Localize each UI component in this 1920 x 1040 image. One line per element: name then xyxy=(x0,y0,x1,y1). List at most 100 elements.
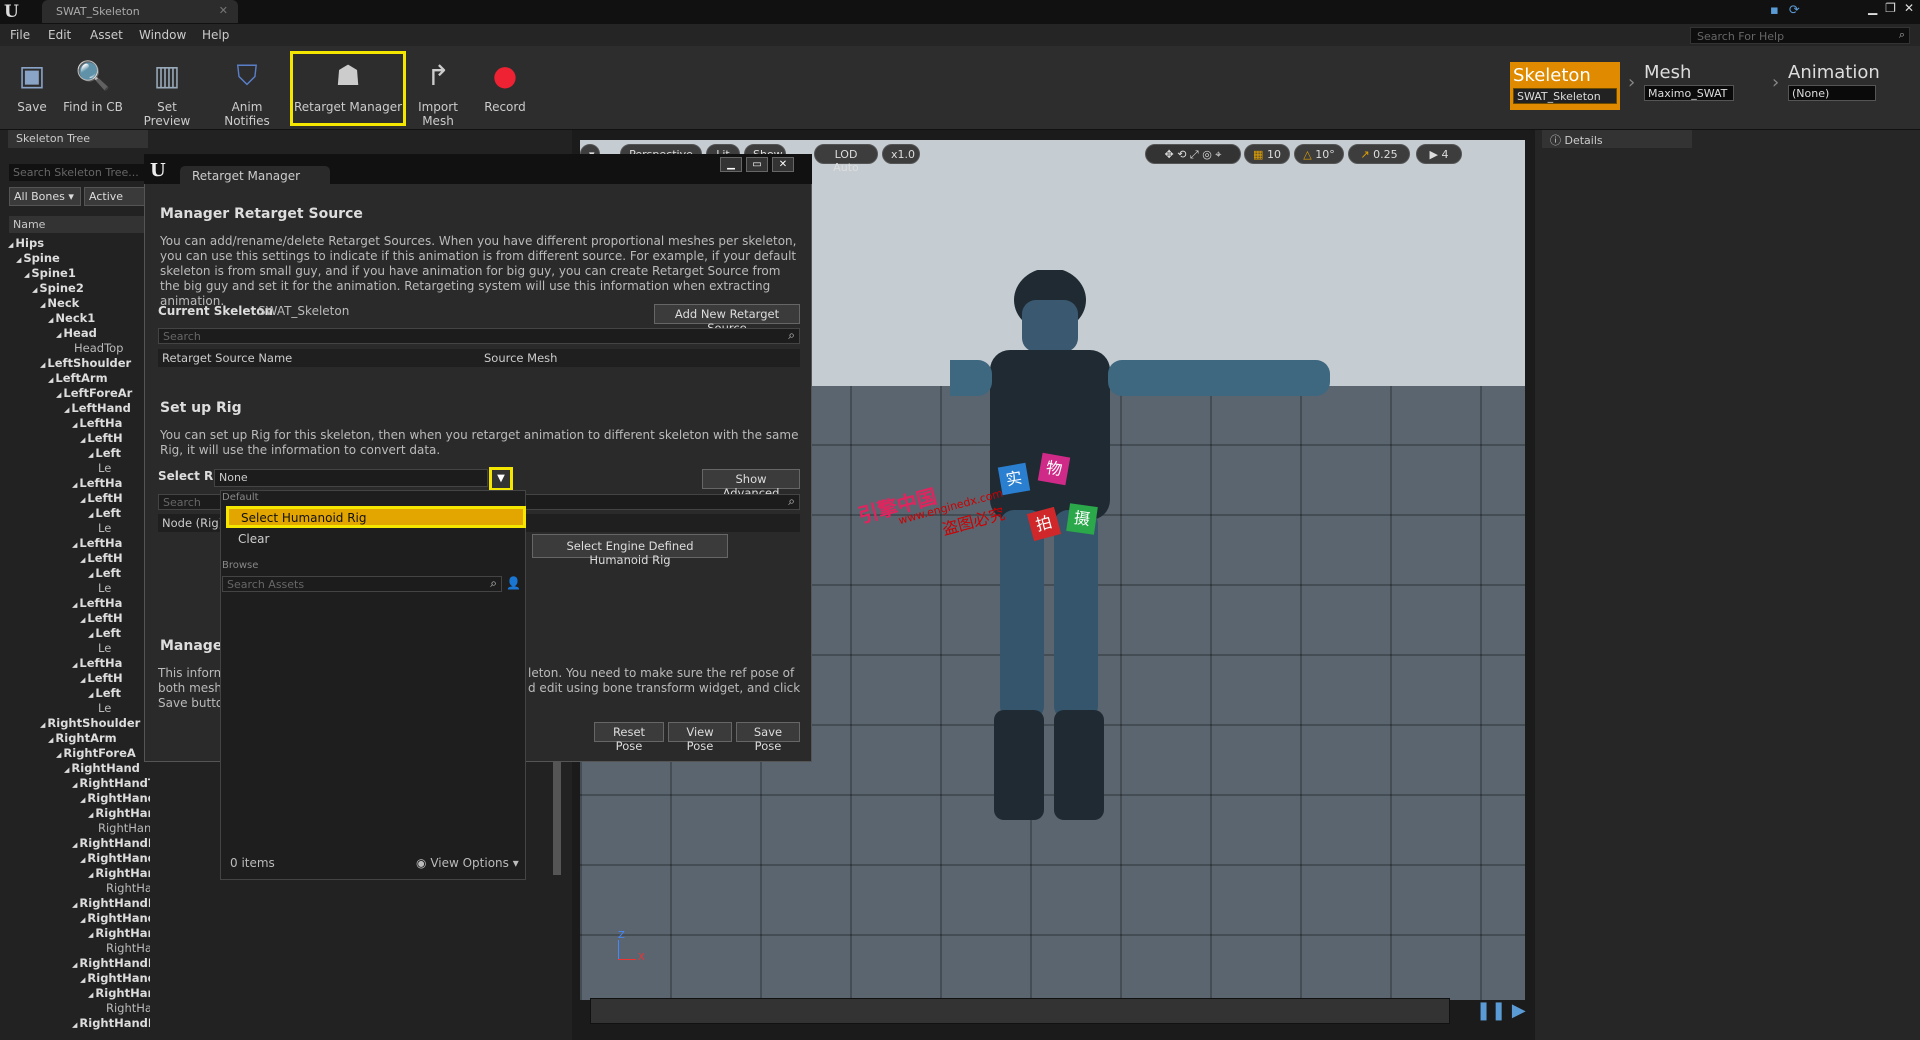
expand-arrow-icon[interactable]: ◢ xyxy=(40,721,45,729)
tree-scrollbar[interactable] xyxy=(553,760,561,875)
expand-arrow-icon[interactable]: ◢ xyxy=(80,856,85,864)
expand-arrow-icon[interactable]: ◢ xyxy=(64,766,69,774)
expand-arrow-icon[interactable]: ◢ xyxy=(80,796,85,804)
expand-arrow-icon[interactable]: ◢ xyxy=(88,511,93,519)
expand-arrow-icon[interactable]: ◢ xyxy=(72,901,77,909)
expand-arrow-icon[interactable]: ◢ xyxy=(80,676,85,684)
menu-window[interactable]: Window xyxy=(139,28,186,42)
retarget-source-search[interactable]: Search ⌕ xyxy=(158,328,800,344)
bone-row[interactable]: ◢ Spine2 xyxy=(8,281,150,296)
crumb-animation[interactable]: Animation (None) xyxy=(1788,62,1908,110)
bone-row[interactable]: RightHandThum xyxy=(8,821,150,836)
bone-row[interactable]: ◢ Spine xyxy=(8,251,150,266)
bone-row[interactable]: ◢ Left xyxy=(8,626,150,641)
bone-row[interactable]: Le xyxy=(8,461,150,476)
bone-row[interactable]: HeadTop xyxy=(8,341,150,356)
expand-arrow-icon[interactable]: ◢ xyxy=(72,601,77,609)
expand-arrow-icon[interactable]: ◢ xyxy=(80,616,85,624)
bone-row[interactable]: ◢ LeftHand xyxy=(8,401,150,416)
expand-arrow-icon[interactable]: ◢ xyxy=(72,841,77,849)
view-pose-button[interactable]: View Pose xyxy=(668,722,732,753)
expand-arrow-icon[interactable]: ◢ xyxy=(56,331,61,339)
bone-row[interactable]: ◢RightHandRing1 xyxy=(8,956,150,971)
bone-row[interactable]: ◢ Left xyxy=(8,686,150,701)
bone-row[interactable]: ◢ RightForeA xyxy=(8,746,150,761)
bone-row[interactable]: ◢ LeftHa xyxy=(8,596,150,611)
bone-row[interactable]: ◢ Left xyxy=(8,446,150,461)
retarget-manager-tab[interactable]: Retarget Manager xyxy=(180,166,330,188)
bone-row[interactable]: Le xyxy=(8,701,150,716)
user-icon[interactable]: 👤 xyxy=(506,576,521,590)
expand-arrow-icon[interactable]: ◢ xyxy=(88,871,93,879)
show-advanced-button[interactable]: Show Advanced xyxy=(702,469,800,500)
expand-arrow-icon[interactable]: ◢ xyxy=(80,916,85,924)
sync-icon[interactable]: ⟳ xyxy=(1789,3,1800,18)
bone-row[interactable]: ◢ Hips xyxy=(8,236,150,251)
expand-arrow-icon[interactable]: ◢ xyxy=(72,481,77,489)
bone-row[interactable]: ◢RightHandIndex1 xyxy=(8,836,150,851)
bone-row[interactable]: Le xyxy=(8,581,150,596)
bone-row[interactable]: RightHandMiddle4 xyxy=(8,941,150,956)
anim-notifies-button[interactable]: ⛉ Anim Notifies xyxy=(208,54,286,128)
expand-arrow-icon[interactable]: ◢ xyxy=(72,541,77,549)
expand-arrow-icon[interactable]: ◢ xyxy=(80,496,85,504)
expand-arrow-icon[interactable]: ◢ xyxy=(88,571,93,579)
save-pose-button[interactable]: Save Pose xyxy=(736,722,800,753)
crumb-skeleton[interactable]: Skeleton SWAT_Skeleton xyxy=(1510,62,1620,110)
lod-button[interactable]: LOD Auto xyxy=(814,144,878,174)
bone-row[interactable]: ◢ LeftShoulder xyxy=(8,356,150,371)
crumb-mesh-value[interactable]: Maximo_SWAT xyxy=(1644,85,1734,101)
search-assets-input[interactable]: Search Assets ⌕ xyxy=(222,576,502,592)
grid-snap-button[interactable]: ▦ 10 xyxy=(1244,144,1290,164)
expand-arrow-icon[interactable]: ◢ xyxy=(56,391,61,399)
bone-row[interactable]: ◢ LeftHa xyxy=(8,536,150,551)
expand-arrow-icon[interactable]: ◢ xyxy=(48,376,53,384)
bone-row[interactable]: ◢RightHandIndex3 xyxy=(8,866,150,881)
save-button[interactable]: ▣ Save xyxy=(10,54,54,126)
expand-arrow-icon[interactable]: ◢ xyxy=(72,421,77,429)
bone-row[interactable]: Le xyxy=(8,521,150,536)
skeleton-tree-tab[interactable]: Skeleton Tree xyxy=(8,130,148,148)
menu-file[interactable]: File xyxy=(10,28,30,42)
bone-row[interactable]: ◢RightHandRing2 xyxy=(8,971,150,986)
chat-icon[interactable]: ▪ xyxy=(1770,3,1779,18)
bone-row[interactable]: ◢RightHandPinky1 xyxy=(8,1016,150,1031)
expand-arrow-icon[interactable]: ◢ xyxy=(88,811,93,819)
close-window-icon[interactable]: ✕ xyxy=(1904,1,1914,15)
bone-row[interactable]: ◢ LeftHa xyxy=(8,476,150,491)
bone-row[interactable]: ◢ Spine1 xyxy=(8,266,150,281)
expand-arrow-icon[interactable]: ◢ xyxy=(24,271,29,279)
expand-arrow-icon[interactable]: ◢ xyxy=(72,661,77,669)
bone-row[interactable]: ◢RightHandRing3 xyxy=(8,986,150,1001)
expand-arrow-icon[interactable]: ◢ xyxy=(72,781,77,789)
expand-arrow-icon[interactable]: ◢ xyxy=(40,301,45,309)
bone-row[interactable]: ◢ LeftH xyxy=(8,551,150,566)
add-retarget-source-button[interactable]: Add New Retarget Source xyxy=(654,304,800,335)
bone-row[interactable]: ◢RightHandMiddle3 xyxy=(8,926,150,941)
close-icon[interactable]: ✕ xyxy=(219,4,228,17)
rm-maximize-icon[interactable]: ▭ xyxy=(746,157,768,172)
expand-arrow-icon[interactable]: ◢ xyxy=(88,931,93,939)
bone-row[interactable]: ◢ LeftForeAr xyxy=(8,386,150,401)
bone-row[interactable]: ◢ Head xyxy=(8,326,150,341)
expand-arrow-icon[interactable]: ◢ xyxy=(88,451,93,459)
expand-arrow-icon[interactable]: ◢ xyxy=(32,286,37,294)
bone-row[interactable]: ◢RightHandThumb2 xyxy=(8,791,150,806)
expand-arrow-icon[interactable]: ◢ xyxy=(80,436,85,444)
view-options-button[interactable]: ◉ View Options ▾ xyxy=(416,856,519,871)
camera-speed-button[interactable]: ▶ 4 xyxy=(1416,144,1462,164)
select-rig-dropdown-arrow-icon[interactable]: ▼ xyxy=(489,467,513,491)
expand-arrow-icon[interactable]: ◢ xyxy=(16,256,21,264)
menu-help[interactable]: Help xyxy=(202,28,229,42)
import-mesh-button[interactable]: ↱ Import Mesh xyxy=(404,54,472,128)
bone-row[interactable]: ◢RightHandMiddle2 xyxy=(8,911,150,926)
expand-arrow-icon[interactable]: ◢ xyxy=(48,736,53,744)
scale-snap-button[interactable]: ↗ 0.25 xyxy=(1348,144,1410,164)
document-tab[interactable]: SWAT_Skeleton ✕ xyxy=(42,0,238,23)
all-bones-dropdown[interactable]: All Bones ▾ xyxy=(9,187,81,206)
bone-row[interactable]: RightHandIndex4 xyxy=(8,881,150,896)
bone-row[interactable]: ◢RightHandMiddle1 xyxy=(8,896,150,911)
retarget-manager-button[interactable]: ☗ Retarget Manager xyxy=(290,51,406,126)
help-search-input[interactable]: Search For Help ⌕ xyxy=(1690,27,1910,44)
restore-icon[interactable]: ❐ xyxy=(1885,1,1896,15)
